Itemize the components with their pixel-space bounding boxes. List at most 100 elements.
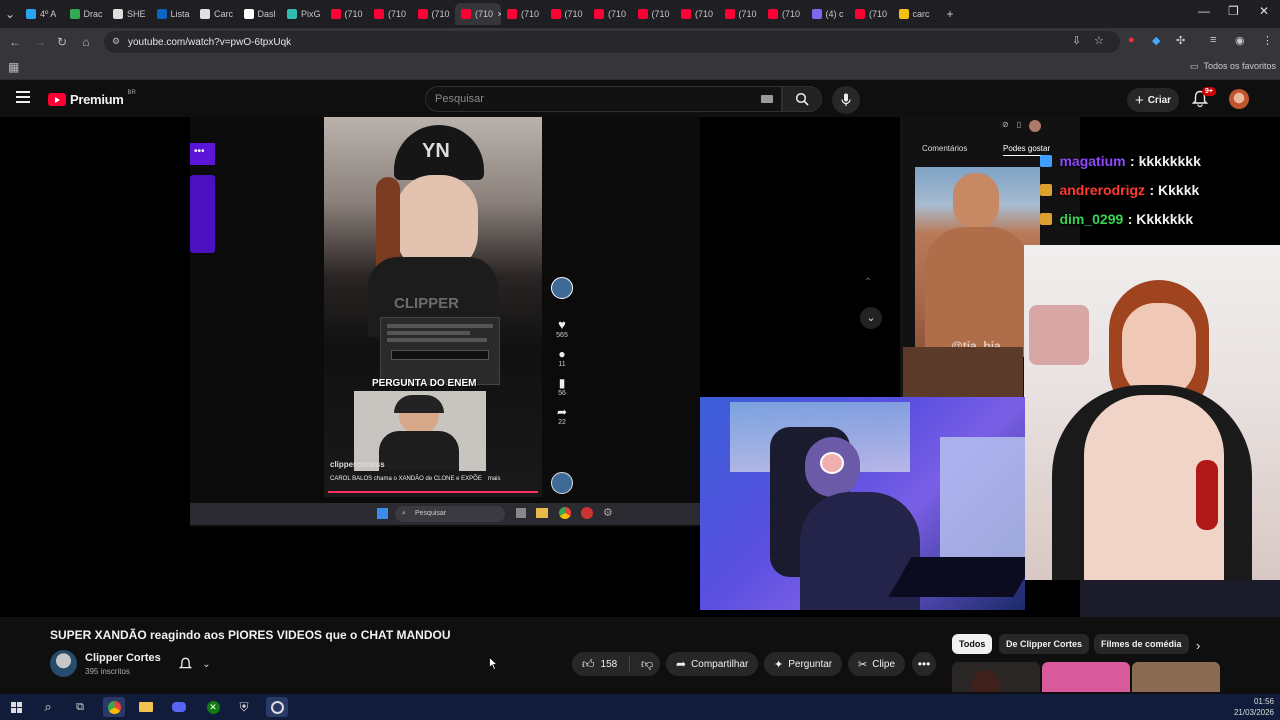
browser-tab[interactable]: Drac [64,3,108,25]
tab-favicon-icon [811,9,822,19]
subscriber-count: 395 inscritos [85,667,130,676]
browser-tab-strip: ⌄ 4º A Drac SHE Lista Carc Dasl PixG (710 (710 (7… [0,0,1280,28]
cap-shape: YN [394,125,484,180]
share-button[interactable]: ➦ Compartilhar [666,652,759,676]
browser-tab[interactable]: carc [893,3,937,25]
chrome-taskbar-icon[interactable] [103,697,125,717]
site-info-icon[interactable]: ⚙ [112,36,120,47]
maximize-icon[interactable]: ❐ [1228,4,1239,18]
browser-tab[interactable]: (4) c [806,3,850,25]
dislike-button[interactable]: 👎︎ [635,657,653,672]
chip-next-chevron-icon[interactable]: › [1196,638,1200,653]
new-tab-button[interactable]: + [940,4,960,24]
youtube-play-logo-icon [48,93,66,106]
tiktok-music-disc [551,472,573,494]
bell-icon [179,657,193,669]
clock[interactable]: 01:56 21/03/2026 [1222,696,1274,718]
extension-red-icon[interactable]: ● [1128,34,1135,46]
extension-blue-icon[interactable]: ◆ [1152,34,1160,47]
chip-comedy[interactable]: Filmes de comédia [1094,634,1189,654]
tab-label: Drac [83,9,103,19]
task-view-icon[interactable]: ⧉ [69,697,91,717]
video-player[interactable]: ••• YN CLIPPER PERGUNTA DO ENEM clipperc… [0,117,1280,617]
ask-button[interactable]: ✦ Perguntar [764,652,843,676]
media-control-icon[interactable]: ≡ [1210,34,1216,46]
apps-grid-icon[interactable]: ▦ [8,60,19,74]
recommended-thumbnail: @tia_bia [915,167,1040,357]
chip-all[interactable]: Todos [952,634,993,654]
bookmark-star-icon[interactable]: ☆ [1094,34,1104,47]
all-bookmarks-button[interactable]: ▭ Todos os favoritos [1190,61,1276,72]
tab-favicon-icon [287,9,297,19]
file-explorer-taskbar-icon[interactable] [135,697,157,717]
close-window-icon[interactable]: ✕ [1259,4,1269,18]
browser-menu-icon[interactable]: ⋮ [1262,34,1273,47]
related-thumbnail-3[interactable] [1132,662,1220,692]
browser-tab[interactable]: (710 [545,3,589,25]
browser-tab[interactable]: Carc [194,3,238,25]
tab-favicon-icon [113,9,123,19]
notifications-button[interactable]: 9+ [1191,87,1216,110]
browser-tab[interactable]: (710 [588,3,632,25]
search-placeholder: Pesquisar [435,93,484,105]
like-count: 158 [600,658,618,670]
xbox-taskbar-icon[interactable]: ✕ [202,697,224,717]
related-thumbnail-1[interactable] [952,662,1040,692]
like-button[interactable]: 👍︎ 158 [572,656,630,672]
browser-tab[interactable]: (710 ✕ [455,3,501,25]
back-icon[interactable]: ← [3,30,27,54]
captured-settings-icon: ⚙ [603,507,613,519]
profile-icon[interactable]: ◉ [1235,34,1245,47]
webcam-reactor [700,397,1025,610]
account-avatar[interactable] [1229,89,1249,109]
tiktok-actions: ♥ 565 ● 11 ▮ 56 ➦ 22 [549,317,575,426]
forward-icon[interactable]: → [28,30,52,54]
browser-tab[interactable]: SHE [107,3,151,25]
more-actions-button[interactable]: ••• [912,652,936,676]
tab-search-chevron-icon[interactable]: ⌄ [0,4,20,24]
browser-tab[interactable]: (710 [368,3,412,25]
taskbar-search-icon[interactable]: ⌕ [37,697,59,717]
discord-taskbar-icon[interactable] [168,697,190,717]
create-button[interactable]: + Criar [1127,88,1179,112]
tab-favicon-icon [507,9,517,19]
browser-tab[interactable]: (710 [632,3,676,25]
search-input[interactable]: Pesquisar [425,86,782,112]
browser-tab[interactable]: (710 [762,3,806,25]
browser-tab[interactable]: (710 [412,3,456,25]
channel-name[interactable]: Clipper Cortes [85,652,161,664]
browser-tab[interactable]: 4º A [20,3,64,25]
panel-settings-icon: ⊘ [1002,120,1009,129]
voice-search-button[interactable] [832,86,860,114]
tab-favicon-icon [461,9,471,19]
chip-from-channel[interactable]: De Clipper Cortes [999,634,1090,654]
address-bar[interactable]: ⚙ youtube.com/watch?v=pwO-6tpxUqk [104,31,1120,53]
install-app-icon[interactable]: ⇩ [1072,34,1081,47]
search-button[interactable] [782,86,822,112]
browser-tab[interactable]: (710 [719,3,763,25]
minimize-icon[interactable]: — [1198,4,1210,18]
clip-button[interactable]: ✂ Clipe [848,652,906,676]
windows-start-button[interactable] [5,697,27,717]
reload-icon[interactable]: ↻ [50,30,74,54]
extensions-puzzle-icon[interactable]: ✣ [1176,34,1185,47]
thumbnail-strip [903,347,1023,397]
browser-tab[interactable]: Lista [151,3,195,25]
scroll-down-icon: ⌄ [860,307,882,329]
hamburger-menu-icon[interactable] [16,91,30,103]
browser-tab[interactable]: (710 [501,3,545,25]
keyboard-icon[interactable] [761,95,773,103]
youtube-premium-logo[interactable]: Premium BR [48,90,136,107]
xbox-icon: ✕ [206,700,220,714]
security-taskbar-icon[interactable]: ⛨ [233,697,255,717]
subscription-bell-button[interactable]: ⌄ [170,652,220,676]
home-icon[interactable]: ⌂ [74,30,98,54]
browser-tab[interactable]: PixG [281,3,325,25]
browser-tab[interactable]: Dasl [238,3,282,25]
related-thumbnail-2[interactable] [1042,662,1130,692]
channel-avatar[interactable] [50,650,77,677]
browser-tab[interactable]: (710 [325,3,369,25]
browser-tab[interactable]: (710 [849,3,893,25]
browser-tab[interactable]: (710 [675,3,719,25]
obs-taskbar-icon[interactable] [266,697,288,717]
